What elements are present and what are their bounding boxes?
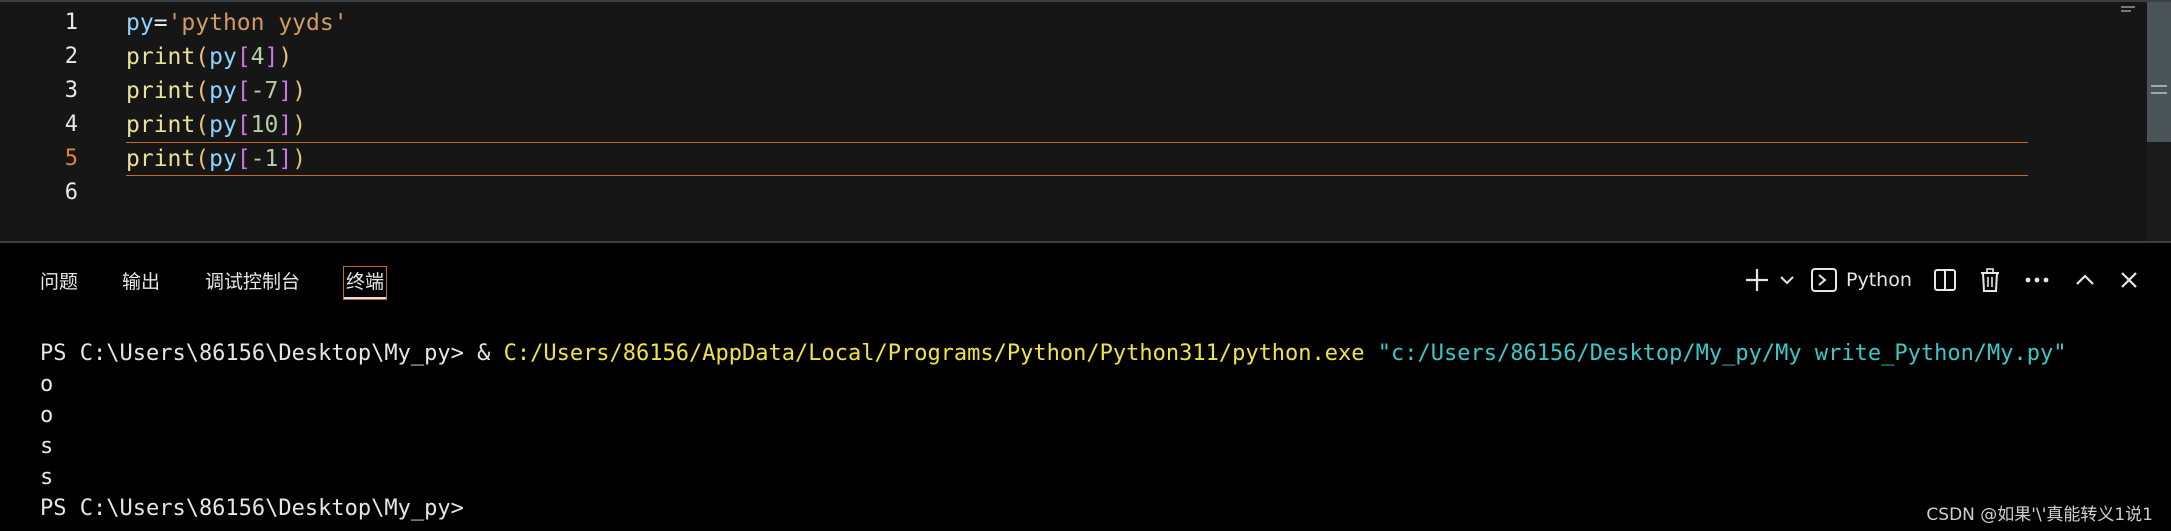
code-token: [ [236, 78, 251, 104]
maximize-panel-button[interactable] [2070, 263, 2100, 297]
current-line-highlight [126, 142, 2028, 176]
code-token: ] [264, 44, 279, 70]
terminal-output-line: o [40, 372, 54, 397]
code-token: 4 [250, 44, 265, 70]
line-number: 3 [64, 78, 78, 103]
split-icon [1934, 269, 1956, 291]
chevron-down-icon [1780, 276, 1794, 285]
tab-problems[interactable]: 问题 [40, 267, 78, 297]
split-terminal-button[interactable] [1930, 263, 1960, 297]
code-token: py [126, 10, 154, 36]
close-icon [2121, 272, 2137, 288]
terminal-profile-label: Python [1846, 269, 1912, 291]
code-token: [ [236, 112, 251, 138]
plus-icon [1746, 269, 1768, 291]
code-token: ] [278, 112, 293, 138]
tab-terminal[interactable]: 终端 [342, 266, 388, 300]
watermark: CSDN @如果'\'真能转义1说1 [1926, 505, 2153, 525]
terminal-script-path: "c:/Users/86156/Desktop/My_py/My write_P… [1377, 341, 2067, 366]
scroll-grip-icon [2151, 85, 2167, 94]
code-token: ) [292, 146, 307, 172]
code-token: print [126, 146, 196, 172]
code-text[interactable]: print(py[10]) [126, 108, 306, 142]
editor-line[interactable]: 1 py='python yyds' [0, 6, 2040, 40]
terminal-output-line: s [40, 434, 54, 459]
more-icon [2025, 277, 2049, 283]
editor-line[interactable]: 3 print(py[-7]) [0, 74, 2040, 108]
code-token: [ [236, 44, 251, 70]
code-token: ] [278, 78, 293, 104]
editor-line[interactable]: 4 print(py[10]) [0, 108, 2040, 142]
code-token: ( [195, 78, 210, 104]
code-token: print [126, 112, 196, 138]
terminal-final-prompt[interactable]: PS C:\Users\86156\Desktop\My_py> [40, 493, 464, 524]
code-token: print [126, 78, 196, 104]
line-number: 2 [64, 44, 78, 69]
more-actions-button[interactable] [2020, 263, 2054, 297]
terminal-ampersand: & [477, 341, 504, 366]
editor-scrollbar[interactable] [2147, 2, 2171, 243]
terminal-prompt: PS C:\Users\86156\Desktop\My_py> [40, 341, 478, 366]
tab-output[interactable]: 输出 [122, 267, 160, 297]
code-token: py [209, 44, 237, 70]
chevron-up-icon [2076, 274, 2094, 285]
line-number: 1 [64, 10, 78, 35]
terminal-command-line: PS C:\Users\86156\Desktop\My_py> & C:/Us… [40, 338, 2067, 369]
code-token: print [126, 44, 196, 70]
code-text[interactable]: py='python yyds' [126, 6, 348, 40]
code-token: -7 [250, 78, 279, 104]
line-number: 4 [64, 112, 78, 137]
code-token: ( [195, 146, 210, 172]
close-panel-button[interactable] [2114, 263, 2144, 297]
minimap-marker-icon [2121, 6, 2135, 12]
add-terminal-button[interactable] [1742, 263, 1772, 297]
code-token: ( [195, 44, 210, 70]
terminal-exe-path: C:/Users/86156/AppData/Local/Programs/Py… [503, 341, 1365, 366]
trash-icon [1981, 268, 1999, 292]
kill-terminal-button[interactable] [1975, 263, 2005, 297]
code-text[interactable]: print(py[-7]) [126, 74, 306, 108]
terminal-output-line: o [40, 403, 54, 428]
editor-line[interactable]: 6 [0, 176, 2040, 210]
code-token: ) [292, 112, 307, 138]
code-token: py [209, 146, 237, 172]
code-token: [ [236, 146, 251, 172]
code-token: py [209, 112, 237, 138]
code-text[interactable]: print(py[4]) [126, 40, 292, 74]
code-token: ( [195, 112, 210, 138]
tab-debug-console[interactable]: 调试控制台 [205, 267, 300, 297]
code-text[interactable]: print(py[-1]) [126, 142, 306, 176]
bottom-panel: 问题 输出 调试控制台 终端 Python PS C:\Users\86156\… [0, 241, 2171, 531]
terminal-icon [1811, 268, 1837, 292]
code-token: 'python yyds' [167, 10, 348, 36]
code-token: -1 [250, 146, 279, 172]
editor-line[interactable]: 5 print(py[-1]) [0, 142, 2040, 176]
editor-line[interactable]: 2 print(py[4]) [0, 40, 2040, 74]
code-token: py [209, 78, 237, 104]
terminal-dropdown-button[interactable] [1776, 263, 1798, 297]
code-token: = [153, 10, 168, 36]
scrollbar-thumb[interactable] [2147, 2, 2171, 142]
terminal-profile-button[interactable]: Python [1810, 263, 1920, 297]
code-editor[interactable]: 1 py='python yyds' 2 print(py[4]) 3 print(py[… [0, 0, 2171, 243]
line-number: 6 [64, 180, 78, 205]
code-token: ) [292, 78, 307, 104]
code-token: 10 [250, 112, 279, 138]
line-number: 5 [64, 146, 78, 171]
terminal-output-line: s [40, 465, 54, 490]
code-token: ) [278, 44, 293, 70]
code-token: ] [278, 146, 293, 172]
